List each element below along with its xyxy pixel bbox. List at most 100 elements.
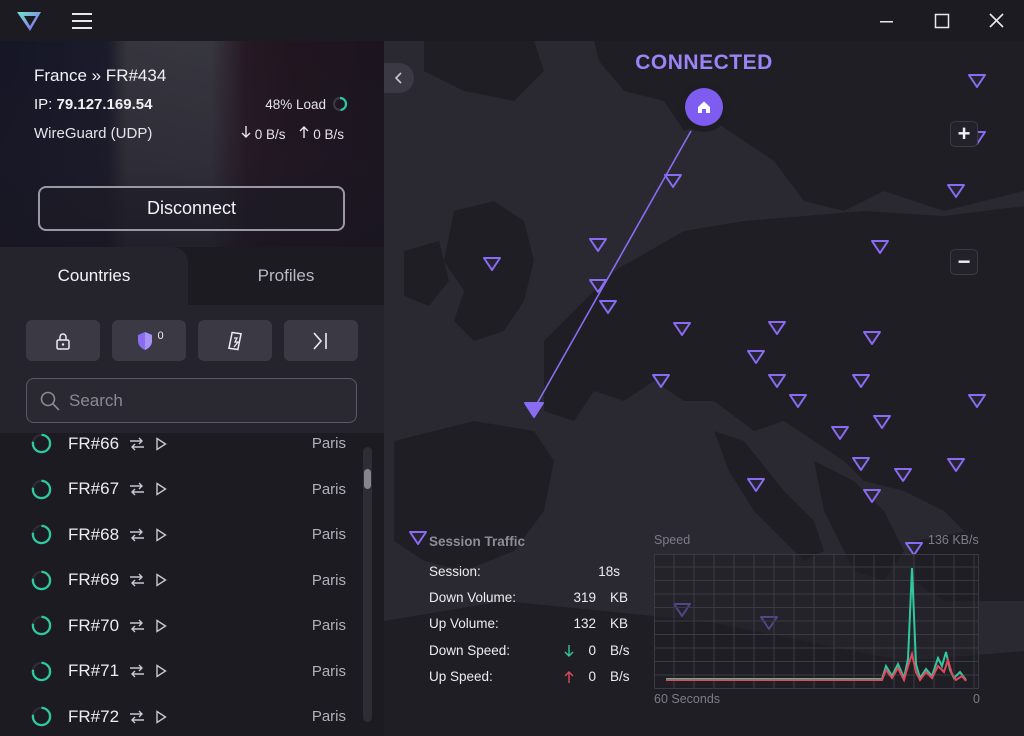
graph-duration-label: 60 Seconds bbox=[654, 692, 721, 706]
tor-icon bbox=[313, 331, 327, 350]
server-row[interactable]: FR#68 Paris bbox=[0, 512, 360, 557]
upload-speed: 0 B/s bbox=[299, 125, 344, 142]
filter-p2p-button[interactable] bbox=[198, 320, 272, 361]
server-marker-icon[interactable] bbox=[673, 322, 691, 336]
server-marker-icon[interactable] bbox=[664, 174, 682, 188]
change-server-icon[interactable] bbox=[128, 663, 146, 679]
graph-zero-label: 0 bbox=[973, 692, 980, 706]
server-marker-icon[interactable] bbox=[852, 457, 870, 471]
search-input[interactable] bbox=[69, 390, 329, 411]
change-server-icon[interactable] bbox=[128, 572, 146, 588]
server-list: FR#66 Paris FR#67 Paris FR#68 Paris FR#69 Paris… bbox=[0, 433, 384, 736]
connect-play-icon[interactable] bbox=[155, 482, 167, 496]
server-name: FR#68 bbox=[68, 524, 120, 544]
server-marker-icon[interactable] bbox=[968, 394, 986, 408]
lock-icon bbox=[56, 332, 70, 350]
arrow-down-icon bbox=[241, 126, 251, 138]
server-row[interactable]: FR#71 Paris bbox=[0, 649, 360, 694]
connect-play-icon[interactable] bbox=[155, 436, 167, 451]
server-marker-icon[interactable] bbox=[599, 300, 617, 314]
scrollbar[interactable] bbox=[363, 447, 372, 722]
filter-secure-core-button[interactable]: 0 bbox=[112, 320, 186, 361]
traffic-label: Down Volume: bbox=[429, 590, 517, 606]
traffic-value: 132 bbox=[573, 616, 596, 632]
change-server-icon[interactable] bbox=[128, 481, 146, 497]
connection-line bbox=[533, 130, 692, 410]
connection-card: France » FR#434 IP: 79.127.169.54 48% Lo… bbox=[0, 41, 384, 247]
server-row[interactable]: FR#72 Paris bbox=[0, 694, 360, 736]
server-marker-icon[interactable] bbox=[863, 331, 881, 345]
server-marker-icon[interactable] bbox=[789, 394, 807, 408]
map-view[interactable]: CONNECTED + − Session Traffic Session: 18… bbox=[384, 41, 1024, 736]
ip-address: IP: 79.127.169.54 bbox=[34, 96, 152, 113]
server-row[interactable]: FR#67 Paris bbox=[0, 467, 360, 512]
server-marker-icon[interactable] bbox=[873, 415, 891, 429]
traffic-unit: B/s bbox=[610, 642, 630, 658]
change-server-icon[interactable] bbox=[128, 618, 146, 634]
server-marker-icon[interactable] bbox=[831, 426, 849, 440]
server-marker-icon[interactable] bbox=[947, 458, 965, 472]
home-location-button[interactable] bbox=[685, 88, 723, 126]
maximize-icon[interactable] bbox=[928, 8, 956, 34]
zoom-out-button[interactable]: − bbox=[950, 249, 978, 275]
disconnect-button[interactable]: Disconnect bbox=[38, 186, 345, 231]
connect-play-icon[interactable] bbox=[155, 527, 167, 542]
server-row[interactable]: FR#69 Paris bbox=[0, 558, 360, 603]
server-city: Paris bbox=[311, 662, 346, 680]
graph-max-label: 136 KB/s bbox=[928, 533, 979, 547]
connect-play-icon[interactable] bbox=[155, 618, 167, 633]
server-marker-icon[interactable] bbox=[894, 468, 912, 482]
connected-server-marker-icon[interactable] bbox=[524, 402, 544, 418]
server-marker-icon[interactable] bbox=[483, 257, 501, 271]
server-marker-icon[interactable] bbox=[747, 350, 765, 364]
download-speed-value: 0 B/s bbox=[254, 127, 286, 142]
connect-play-icon[interactable] bbox=[155, 573, 167, 587]
filter-standard-button[interactable] bbox=[26, 320, 100, 361]
server-marker-icon[interactable] bbox=[589, 238, 607, 252]
server-name: FR#70 bbox=[68, 615, 120, 635]
search-box[interactable] bbox=[26, 378, 357, 423]
change-server-icon[interactable] bbox=[128, 527, 146, 543]
connect-play-icon[interactable] bbox=[155, 664, 167, 678]
home-icon bbox=[698, 101, 710, 113]
shield-icon bbox=[138, 331, 153, 350]
tab-countries[interactable]: Countries bbox=[0, 247, 188, 305]
protocol: WireGuard (UDP) bbox=[34, 125, 153, 142]
server-row[interactable]: FR#66 Paris bbox=[0, 433, 360, 466]
secure-core-badge: 0 bbox=[157, 329, 164, 342]
connect-play-icon[interactable] bbox=[155, 709, 167, 724]
scrollbar-thumb[interactable] bbox=[364, 469, 371, 489]
traffic-unit: KB bbox=[610, 590, 629, 606]
title-bar bbox=[0, 0, 1024, 41]
tab-profiles[interactable]: Profiles bbox=[188, 247, 384, 305]
server-city: Paris bbox=[311, 526, 346, 543]
close-icon[interactable] bbox=[983, 8, 1011, 34]
change-server-icon[interactable] bbox=[128, 436, 146, 452]
minimize-icon[interactable] bbox=[872, 8, 900, 34]
feature-filters: 0 bbox=[26, 320, 358, 362]
server-marker-icon[interactable] bbox=[768, 321, 786, 335]
server-name: FR#67 bbox=[68, 479, 120, 498]
traffic-label: Down Speed: bbox=[429, 642, 511, 658]
left-panel: France » FR#434 IP: 79.127.169.54 48% Lo… bbox=[0, 41, 384, 736]
p2p-icon bbox=[228, 331, 242, 350]
server-marker-icon[interactable] bbox=[768, 374, 786, 388]
hamburger-icon[interactable] bbox=[70, 10, 94, 32]
server-marker-icon[interactable] bbox=[747, 478, 765, 492]
server-marker-icon[interactable] bbox=[947, 184, 965, 198]
server-load-ring-icon bbox=[31, 661, 52, 681]
change-server-icon[interactable] bbox=[128, 709, 146, 725]
zoom-in-button[interactable]: + bbox=[950, 121, 978, 147]
load-text: 48% Load bbox=[265, 96, 326, 112]
search-icon bbox=[40, 391, 60, 411]
server-city: Paris bbox=[311, 708, 346, 725]
server-marker-icon[interactable] bbox=[863, 489, 881, 503]
traffic-value: 18s bbox=[598, 564, 620, 579]
server-row[interactable]: FR#70 Paris bbox=[0, 603, 360, 648]
server-marker-icon[interactable] bbox=[852, 374, 870, 388]
server-marker-icon[interactable] bbox=[871, 240, 889, 254]
server-marker-icon[interactable] bbox=[652, 374, 670, 388]
filter-tor-button[interactable] bbox=[284, 320, 358, 361]
server-marker-icon[interactable] bbox=[968, 74, 986, 88]
connection-status: CONNECTED bbox=[635, 51, 773, 74]
